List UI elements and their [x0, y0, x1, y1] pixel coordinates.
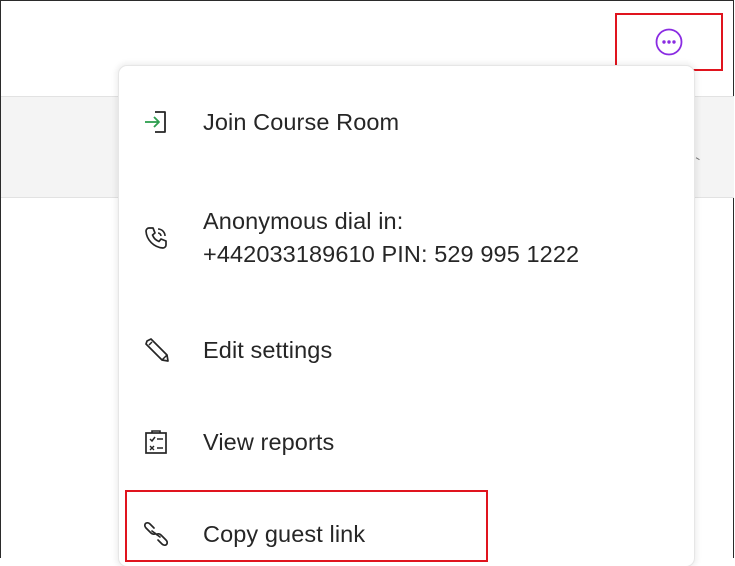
menu-item-label: Join Course Room [203, 109, 400, 135]
menu-item-anonymous-dial-in[interactable]: Anonymous dial in: +442033189610 PIN: 52… [119, 194, 694, 282]
dial-in-title: Anonymous dial in: [203, 208, 404, 234]
menu-item-label: Copy guest link [203, 521, 366, 547]
menu-item-label: Edit settings [203, 337, 333, 363]
phone-icon [141, 223, 171, 253]
clipboard-report-icon [141, 427, 171, 457]
enter-room-icon [141, 107, 171, 137]
menu-item-join-course-room[interactable]: Join Course Room [119, 92, 694, 152]
menu-item-edit-settings[interactable]: Edit settings [119, 320, 694, 380]
more-options-button[interactable] [615, 13, 723, 71]
menu-item-copy-guest-link[interactable]: Copy guest link [119, 504, 694, 564]
pencil-icon [141, 335, 171, 365]
more-options-ellipsis-icon [655, 28, 683, 56]
menu-item-view-reports[interactable]: View reports [119, 412, 694, 472]
link-icon [141, 519, 171, 549]
options-menu: Join Course Room Anonymous dial in: +442… [119, 66, 694, 566]
menu-item-label: View reports [203, 429, 335, 455]
dial-in-number: +442033189610 PIN: 529 995 1222 [203, 241, 580, 267]
menu-item-label: Anonymous dial in: +442033189610 PIN: 52… [203, 205, 579, 271]
